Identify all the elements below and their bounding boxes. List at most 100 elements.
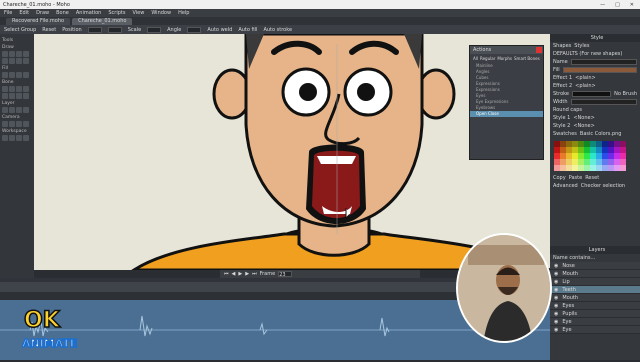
fill-color-swatch[interactable] <box>562 67 637 73</box>
search-input[interactable]: Name contains... <box>553 255 595 261</box>
layer-row[interactable]: ◉ Nose <box>550 262 640 270</box>
step-forward-icon[interactable]: ▶ <box>245 271 249 277</box>
actions-header[interactable]: Actions <box>470 46 543 54</box>
maximize-icon[interactable]: □ <box>615 2 620 8</box>
minimize-icon[interactable]: — <box>600 2 605 8</box>
tool-icon[interactable] <box>2 86 8 92</box>
eye-icon[interactable]: ◉ <box>554 327 558 333</box>
tool-icon[interactable] <box>16 107 22 113</box>
tool-icon[interactable] <box>2 51 8 57</box>
eye-icon[interactable]: ◉ <box>554 295 558 301</box>
tool-icon[interactable] <box>23 121 29 127</box>
layer-row[interactable]: ◉ Mouth <box>550 294 640 302</box>
actions-window[interactable]: Actions All Regular Morphs Smart Bones M… <box>469 45 544 160</box>
swatch-cell[interactable] <box>620 165 626 171</box>
rewind-icon[interactable]: ⏮ <box>224 271 229 277</box>
frame-field[interactable]: 23 <box>278 271 293 278</box>
tool-icon[interactable] <box>23 86 29 92</box>
menu-window[interactable]: Window <box>151 10 171 16</box>
checker-checkbox[interactable]: Checker selection <box>581 183 625 189</box>
tab-morphs[interactable]: Morphs <box>497 56 512 61</box>
angle-field[interactable] <box>187 26 202 33</box>
tool-icon[interactable] <box>2 121 8 127</box>
tool-icon[interactable] <box>2 135 8 141</box>
layer-row[interactable]: ◉ Pupils <box>550 310 640 318</box>
name-field[interactable] <box>570 59 637 65</box>
menu-view[interactable]: View <box>132 10 144 16</box>
tool-icon[interactable] <box>23 107 29 113</box>
color-swatch-grid[interactable] <box>554 141 636 171</box>
reset-button[interactable]: Reset <box>585 175 599 181</box>
auto-stroke-checkbox[interactable]: Auto stroke <box>263 27 292 33</box>
layer-row[interactable]: ◉ Mouth <box>550 270 640 278</box>
tool-icon[interactable] <box>9 93 15 99</box>
reset-button[interactable]: Reset <box>42 27 56 33</box>
tool-icon[interactable] <box>2 72 8 78</box>
tool-icon[interactable] <box>9 72 15 78</box>
paste-button[interactable]: Paste <box>569 175 583 181</box>
auto-weld-checkbox[interactable]: Auto weld <box>207 27 232 33</box>
menu-edit[interactable]: Edit <box>19 10 29 16</box>
style2-select[interactable]: <None> <box>573 123 594 129</box>
tool-icon[interactable] <box>9 107 15 113</box>
effect1-select[interactable]: <plain> <box>575 75 596 81</box>
stroke-color-swatch[interactable] <box>571 91 612 97</box>
tool-icon[interactable] <box>9 86 15 92</box>
tool-icon[interactable] <box>2 107 8 113</box>
eye-icon[interactable]: ◉ <box>554 311 558 317</box>
tool-icon[interactable] <box>16 51 22 57</box>
tool-icon[interactable] <box>2 58 8 64</box>
play-icon[interactable]: ▶ <box>238 271 242 277</box>
layer-row-selected[interactable]: ◉ Teeth <box>550 286 640 294</box>
tab-all[interactable]: All <box>473 56 478 61</box>
tool-icon[interactable] <box>23 51 29 57</box>
tool-icon[interactable] <box>23 58 29 64</box>
menu-draw[interactable]: Draw <box>36 10 49 16</box>
step-back-icon[interactable]: ◀ <box>232 271 236 277</box>
tab-regular[interactable]: Regular <box>480 56 495 61</box>
layer-row[interactable]: ◉ Eye <box>550 318 640 326</box>
select-group-dropdown[interactable]: Select Group <box>4 27 36 33</box>
menu-bone[interactable]: Bone <box>56 10 69 16</box>
copy-button[interactable]: Copy <box>553 175 566 181</box>
tab-chareche[interactable]: Chareche_01.moho <box>72 18 133 25</box>
no-brush-button[interactable]: No Brush <box>614 91 637 97</box>
layer-row[interactable]: ◉ Eyes <box>550 302 640 310</box>
eye-icon[interactable]: ◉ <box>554 263 558 269</box>
tool-icon[interactable] <box>16 72 22 78</box>
position-y-field[interactable] <box>107 26 122 33</box>
eye-icon[interactable]: ◉ <box>554 287 558 293</box>
eye-icon[interactable]: ◉ <box>554 271 558 277</box>
tool-icon[interactable] <box>9 135 15 141</box>
tool-icon[interactable] <box>16 58 22 64</box>
tool-icon[interactable] <box>23 93 29 99</box>
menu-help[interactable]: Help <box>178 10 189 16</box>
effect2-select[interactable]: <plain> <box>575 83 596 89</box>
tool-icon[interactable] <box>2 93 8 99</box>
tab-styles[interactable]: Styles <box>574 43 589 49</box>
tool-icon[interactable] <box>16 135 22 141</box>
tool-icon[interactable] <box>23 72 29 78</box>
close-icon[interactable]: ✕ <box>630 2 634 8</box>
tool-icon[interactable] <box>23 135 29 141</box>
menu-file[interactable]: File <box>4 10 12 16</box>
swatches-select[interactable]: Basic Colors.png <box>580 131 622 137</box>
action-item-selected[interactable]: Open Close <box>470 111 543 117</box>
tool-icon[interactable] <box>16 86 22 92</box>
tab-shapes[interactable]: Shapes <box>553 43 571 49</box>
eye-icon[interactable]: ◉ <box>554 279 558 285</box>
width-field[interactable] <box>570 99 637 105</box>
menu-animation[interactable]: Animation <box>76 10 102 16</box>
menu-scripts[interactable]: Scripts <box>108 10 125 16</box>
close-icon[interactable] <box>536 47 542 53</box>
eye-icon[interactable]: ◉ <box>554 303 558 309</box>
tool-icon[interactable] <box>9 58 15 64</box>
auto-fill-checkbox[interactable]: Auto fill <box>238 27 257 33</box>
end-icon[interactable]: ⏭ <box>252 271 257 277</box>
tab-smart-bones[interactable]: Smart Bones <box>514 56 540 61</box>
tool-icon[interactable] <box>9 51 15 57</box>
eye-icon[interactable]: ◉ <box>554 319 558 325</box>
advanced-checkbox[interactable]: Advanced <box>553 183 578 189</box>
position-x-field[interactable] <box>87 26 102 33</box>
tab-recovered[interactable]: Recovered File.moho <box>6 18 71 25</box>
